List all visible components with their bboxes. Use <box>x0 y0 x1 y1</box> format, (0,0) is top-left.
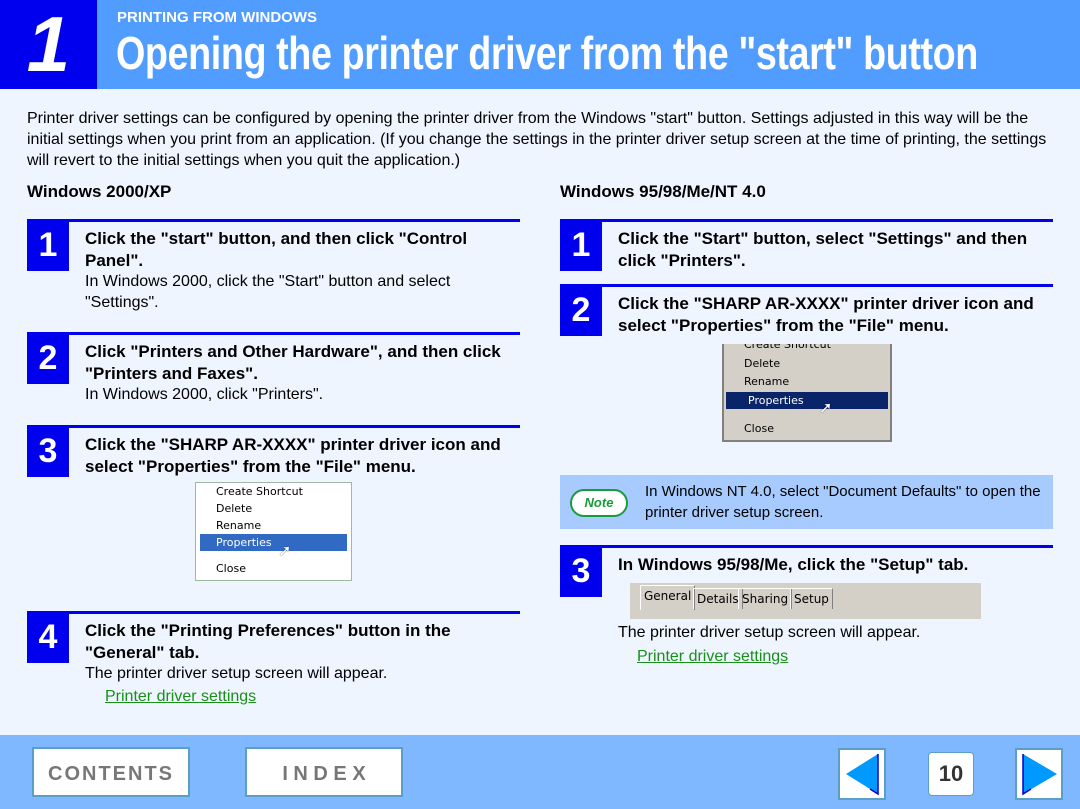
arrow-right-icon <box>1022 754 1057 796</box>
tabs-screenshot: General Details Sharing Setup <box>630 583 981 619</box>
divider <box>69 611 520 614</box>
step-heading: Click the "SHARP AR-XXXX" printer driver… <box>85 435 501 476</box>
divider <box>69 219 520 222</box>
menu-item: Close <box>744 422 774 435</box>
divider <box>602 284 1053 287</box>
step-heading: Click the "Printing Preferences" button … <box>85 621 451 662</box>
tab-details: Details <box>693 588 743 609</box>
tab-setup: Setup <box>790 588 833 609</box>
step-number: 3 <box>27 425 69 477</box>
menu-item: Rename <box>744 375 790 388</box>
step-number: 4 <box>27 611 69 663</box>
menu-item-selected: Properties <box>200 534 347 551</box>
step-number: 3 <box>560 545 602 597</box>
arrow-left-icon <box>846 754 879 796</box>
index-button[interactable]: I N D E X <box>245 747 403 797</box>
step-heading: Click the "start" button, and then click… <box>85 229 468 270</box>
printer-driver-settings-link[interactable]: Printer driver settings <box>637 648 788 666</box>
tab-general: General <box>640 585 696 610</box>
step-note: In Windows 2000, click the "Start" butto… <box>85 273 451 311</box>
intro-text: Printer driver settings can be configure… <box>27 110 1047 169</box>
step-number: 1 <box>560 219 602 271</box>
step-heading: Click the "Start" button, select "Settin… <box>618 229 1028 270</box>
menu-item: Delete <box>216 502 253 515</box>
section-label: PRINTING FROM WINDOWS <box>117 9 317 26</box>
step-number: 2 <box>27 332 69 384</box>
step-note: In Windows 2000, click "Printers". <box>85 386 324 403</box>
step-number: 2 <box>560 284 602 336</box>
contents-button[interactable]: CONTENTS <box>32 747 190 797</box>
menu-item: Delete <box>744 357 781 370</box>
cursor-icon: ➚ <box>278 541 292 560</box>
step-note: The printer driver setup screen will app… <box>618 624 921 641</box>
menu-item-selected: Properties <box>726 392 888 409</box>
note-icon: Note <box>570 489 628 517</box>
divider <box>69 425 520 428</box>
chapter-number: 1 <box>0 0 97 89</box>
context-menu-screenshot: Create Shortcut Delete Rename Properties… <box>722 344 892 442</box>
divider <box>602 219 1053 222</box>
previous-page-button[interactable] <box>838 748 886 800</box>
step-heading: Click "Printers and Other Hardware", and… <box>85 342 501 383</box>
next-page-button[interactable] <box>1015 748 1063 800</box>
page-number: 10 <box>928 752 974 796</box>
printer-driver-settings-link[interactable]: Printer driver settings <box>105 688 256 706</box>
menu-item: Create Shortcut <box>744 344 831 351</box>
context-menu-screenshot: Create Shortcut Delete Rename Properties… <box>195 482 352 581</box>
step-heading: Click the "SHARP AR-XXXX" printer driver… <box>618 294 1034 335</box>
page-title: Opening the printer driver from the "sta… <box>116 27 978 79</box>
cursor-icon: ➚ <box>819 398 833 417</box>
divider <box>602 545 1053 548</box>
menu-item: Rename <box>216 519 262 532</box>
menu-item: Close <box>216 562 246 575</box>
note-text: In Windows NT 4.0, select "Document Defa… <box>645 483 1041 521</box>
left-column-heading: Windows 2000/XP <box>27 182 172 201</box>
step-note: The printer driver setup screen will app… <box>85 665 388 682</box>
step-number: 1 <box>27 219 69 271</box>
divider <box>69 332 520 335</box>
step-heading: In Windows 95/98/Me, click the "Setup" t… <box>618 555 969 574</box>
right-column-heading: Windows 95/98/Me/NT 4.0 <box>560 182 766 201</box>
menu-item: Create Shortcut <box>216 485 303 498</box>
tab-sharing: Sharing <box>738 588 793 609</box>
